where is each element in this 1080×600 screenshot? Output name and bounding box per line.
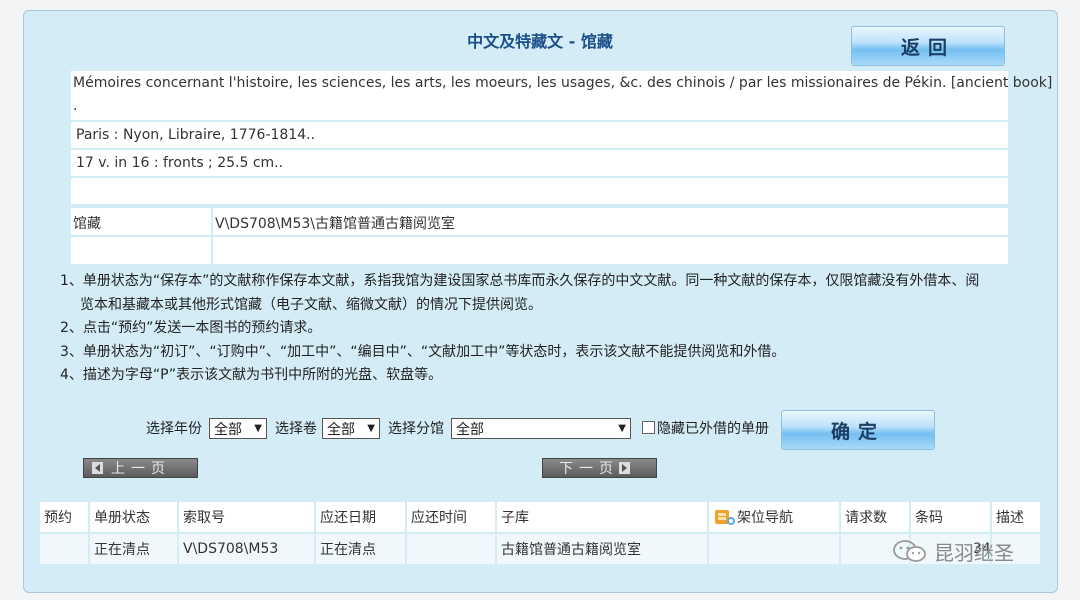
divider: [71, 148, 1008, 150]
cell-status: 正在清点: [90, 534, 177, 564]
prev-page-button[interactable]: 上一页: [83, 458, 198, 478]
hide-checked-out-label: 隐藏已外借的单册: [657, 421, 769, 437]
watermark: 昆羽继圣: [892, 537, 1014, 566]
prev-arrow-icon: [92, 462, 103, 474]
holdings-label: 馆藏: [73, 216, 101, 232]
table-row: 正在清点 V\DS708\M53 正在清点 古籍馆普通古籍阅览室 34: [40, 534, 1040, 564]
table-header-row: 预约 单册状态 索取号 应还日期 应还时间 子库 架位导航 请求数 条码 描述: [40, 502, 1040, 532]
hide-checked-out-checkbox[interactable]: [642, 421, 655, 434]
cell-due-date: 正在清点: [316, 534, 405, 564]
year-select-value: 全部: [214, 421, 242, 438]
record-title: Mémoires concernant l'histoire, les scie…: [73, 75, 1053, 91]
watermark-text: 昆羽继圣: [934, 541, 1014, 565]
cell-sublibrary: 古籍馆普通古籍阅览室: [497, 534, 707, 564]
record-title-cont: .: [73, 98, 78, 114]
volume-label: 选择卷: [275, 421, 317, 437]
col-header: 预约: [40, 502, 88, 532]
note-line: 4、描述为字母“P”表示该文献为书刊中所附的光盘、软盘等。: [60, 367, 443, 383]
prev-page-label: 上一页: [111, 461, 171, 477]
chevron-down-icon: ▼: [618, 423, 626, 434]
branch-label: 选择分馆: [388, 421, 444, 437]
branch-select[interactable]: 全部 ▼: [451, 418, 631, 439]
col-header: 描述: [992, 502, 1040, 532]
record-physical: 17 v. in 16 : fronts ; 25.5 cm..: [76, 155, 284, 171]
col-header: 子库: [497, 502, 707, 532]
next-page-button[interactable]: 下一页: [542, 458, 657, 478]
cell-due-time: [407, 534, 495, 564]
volume-select[interactable]: 全部 ▼: [322, 418, 380, 439]
note-line: 1、单册状态为“保存本”的文献称作保存本文献，系指我馆为建设国家总书库而永久保存…: [60, 273, 980, 289]
shelf-navigation-icon: [713, 506, 735, 528]
year-label: 选择年份: [146, 421, 202, 437]
cell-reserve[interactable]: [40, 534, 88, 564]
next-page-label: 下一页: [559, 461, 619, 477]
note-line: 3、单册状态为“初订”、“订购中”、“加工中”、“编目中”、“文献加工中”等状态…: [60, 343, 786, 360]
divider: [71, 176, 1008, 178]
col-header: 应还日期: [316, 502, 405, 532]
cell-shelf-nav[interactable]: [709, 534, 839, 564]
col-header: 单册状态: [90, 502, 177, 532]
year-select[interactable]: 全部 ▼: [209, 418, 267, 439]
volume-select-value: 全部: [327, 421, 355, 438]
divider: [71, 120, 1008, 122]
col-header: 条码: [911, 502, 990, 532]
branch-select-value: 全部: [456, 421, 484, 438]
back-button[interactable]: 返回: [851, 26, 1005, 66]
col-header: 应还时间: [407, 502, 495, 532]
col-header: 架位导航: [737, 510, 793, 526]
chevron-down-icon: ▼: [367, 423, 375, 434]
note-line: 2、点击“预约”发送一本图书的预约请求。: [60, 320, 322, 336]
divider: [211, 237, 213, 264]
col-header: 索取号: [179, 502, 314, 532]
note-line: 览本和基藏本或其他形式馆藏（电子文献、缩微文献）的情况下提供阅览。: [80, 296, 542, 313]
holdings-value: V\DS708\M53\古籍馆普通古籍阅览室: [215, 216, 456, 232]
col-header-shelf: 架位导航: [709, 502, 839, 532]
col-header: 请求数: [841, 502, 909, 532]
next-arrow-icon: [619, 462, 630, 474]
confirm-button[interactable]: 确定: [781, 410, 935, 450]
notes: 1、单册状态为“保存本”的文献称作保存本文献，系指我馆为建设国家总书库而永久保存…: [60, 270, 1040, 388]
record-publication: Paris : Nyon, Libraire, 1776-1814..: [76, 127, 316, 143]
wechat-logo-icon: [892, 539, 928, 565]
cell-call-number: V\DS708\M53: [179, 534, 314, 564]
chevron-down-icon: ▼: [254, 423, 262, 434]
